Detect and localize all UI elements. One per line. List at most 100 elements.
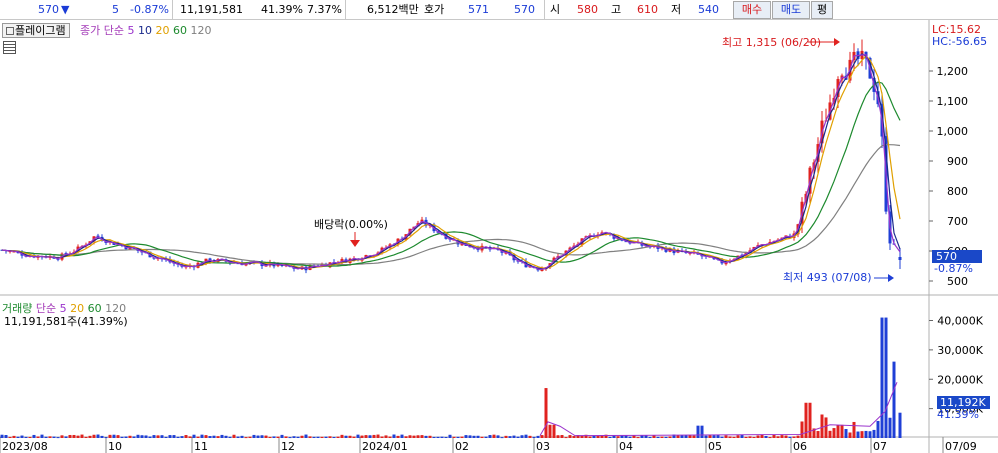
volume-bar [184, 435, 188, 438]
volume-bar [320, 436, 324, 438]
volume-tick-label: 30,000K [937, 344, 983, 357]
hoga-ask: 571 [468, 3, 489, 16]
volume-bar [376, 434, 380, 438]
volume-bar [196, 436, 200, 438]
ma-legend: 종가 단순 5 10 20 60 120 [80, 24, 211, 37]
volume-bar [356, 434, 360, 438]
volume-bar [216, 436, 220, 438]
volume-bar [648, 437, 652, 439]
volume-bar [512, 435, 516, 438]
volume-bar [380, 436, 384, 438]
volume-bar [200, 434, 204, 438]
volume-bar [656, 436, 660, 438]
dividend-annotation: 배당락(0.00%) [314, 218, 388, 231]
expand-icon [6, 27, 14, 35]
volume-bar [496, 435, 500, 438]
volume-bar [480, 436, 484, 438]
volume-bar [316, 436, 320, 438]
price-change: 5 [112, 3, 119, 16]
price-volume-chart[interactable]: 1,2001,1001,00090080070060050040,000K30,… [0, 20, 998, 453]
volume-bar [132, 436, 136, 438]
volume-bar [564, 437, 568, 439]
sell-button[interactable]: 매도 [772, 1, 810, 19]
vol-ma5-label: 5 [59, 302, 67, 315]
volume-bar [188, 436, 192, 438]
volume-bar [64, 436, 68, 438]
volume-bar [828, 430, 832, 438]
volume-bar [204, 435, 208, 438]
volume-bar [468, 435, 472, 438]
volume-title: 거래량 [2, 302, 33, 315]
price-tick-label: 900 [947, 155, 968, 168]
volume-bar [100, 435, 104, 438]
volume-bar [308, 436, 312, 438]
volume-bar [888, 417, 892, 438]
grid-icon[interactable] [3, 41, 16, 54]
high-annotation: 최고 1,315 (06/20) [722, 36, 822, 49]
volume-bar [892, 361, 896, 438]
turnover: 7.37% [307, 3, 342, 16]
volume-bar [680, 435, 684, 438]
volume-bar [340, 434, 344, 438]
volume-bar [264, 435, 268, 438]
volume-bar [548, 424, 552, 438]
volume-bar [428, 435, 432, 438]
volume-bar [172, 435, 176, 438]
volume-bar [240, 435, 244, 438]
low-arrow-head [888, 274, 894, 282]
volume-bar [860, 431, 864, 438]
volume-bar [248, 436, 252, 438]
ma60-label: 60 [172, 24, 187, 37]
volume-bar [492, 434, 496, 438]
volume-bar [736, 435, 740, 438]
playgram-tool[interactable]: 플레이그램 [2, 23, 70, 38]
volume-bar [792, 436, 796, 438]
volume-bar [732, 436, 736, 438]
open-price: 580 [577, 3, 598, 16]
volume-bar [148, 436, 152, 438]
volume-bar [272, 436, 276, 438]
price-tick-label: 500 [947, 275, 968, 288]
volume: 11,191,581 [180, 3, 243, 16]
volume-bar [880, 317, 884, 438]
volume-bar [324, 436, 328, 438]
volume-bar [32, 434, 36, 438]
vol-ma60-label: 60 [87, 302, 102, 315]
volume-bar [796, 435, 800, 438]
low-annotation: 최저 493 (07/08) [783, 271, 872, 284]
volume-bar [416, 435, 420, 438]
volume-bar [544, 388, 548, 438]
hc-readout: HC:-56.65 [932, 35, 988, 48]
volume-bar [808, 402, 812, 438]
volume-bar [152, 435, 156, 438]
volume-bar [412, 435, 416, 438]
volume-bar [836, 425, 840, 438]
volume-bar [652, 435, 656, 438]
volume-bar [476, 435, 480, 438]
x-tick-label: 03 [536, 440, 550, 453]
x-tick-label: 12 [281, 440, 295, 453]
buy-button[interactable]: 매수 [733, 1, 771, 19]
volume-bar [88, 435, 92, 438]
volume-bar [636, 437, 640, 439]
volume-bar [364, 435, 368, 438]
volume-bar [760, 434, 764, 438]
eval-button[interactable]: 평 [811, 1, 833, 19]
volume-bar [268, 436, 272, 438]
low-price: 540 [698, 3, 719, 16]
volume-bar [392, 434, 396, 438]
ma10-label: 10 [137, 24, 152, 37]
volume-bar [236, 436, 240, 438]
volume-bar [116, 435, 120, 438]
volume-bar [20, 435, 24, 438]
volume-bar [304, 434, 308, 438]
volume-bar [536, 435, 540, 438]
volume-bar [156, 435, 160, 438]
volume-bar [56, 437, 60, 439]
volume-bar [540, 435, 544, 438]
volume-bar [180, 436, 184, 438]
vol-ma120-label: 120 [105, 302, 127, 315]
volume-ratio: 41.39% [261, 3, 303, 16]
x-tick-label: 10 [108, 440, 122, 453]
volume-bar [372, 434, 376, 438]
